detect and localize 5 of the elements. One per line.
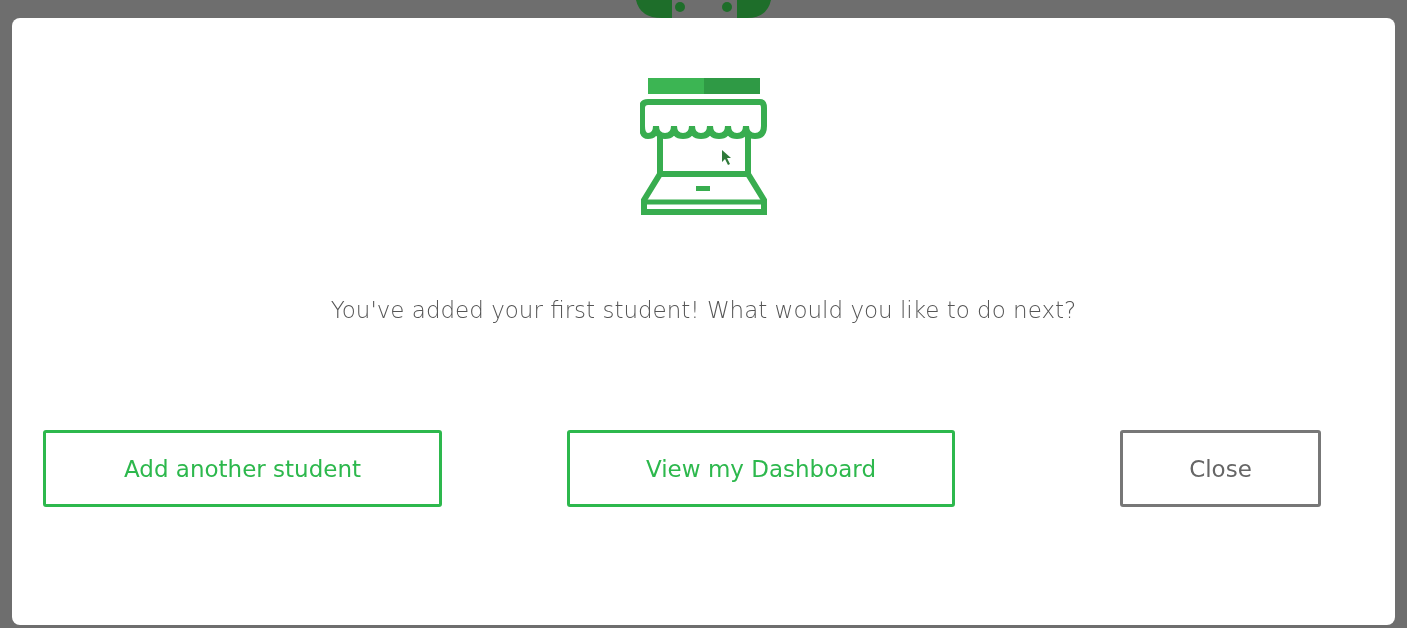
action-button[interactable]: View my Dashboard xyxy=(567,430,955,507)
action-button[interactable]: Add another student xyxy=(43,430,442,507)
storefront-icon xyxy=(639,78,768,218)
close-button[interactable]: Close xyxy=(1120,430,1321,507)
dialog-message: You've added your first student! What would you like to do next? xyxy=(330,297,1077,323)
